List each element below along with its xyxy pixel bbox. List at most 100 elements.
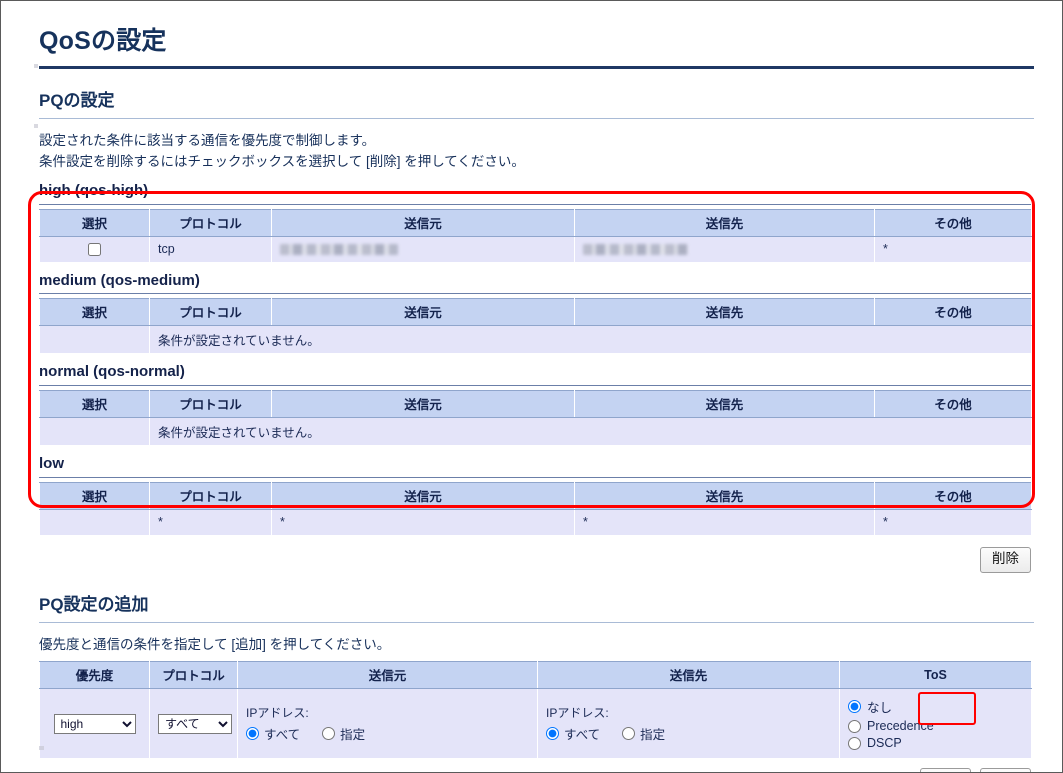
- add-section-heading: PQ設定の追加: [39, 594, 149, 614]
- destination-all-radio[interactable]: [546, 727, 559, 741]
- column-header-tos: ToS: [839, 661, 1032, 690]
- row-other-cell: *: [874, 235, 1032, 263]
- priority-table-low: 選択 プロトコル 送信元 送信先 その他 * * * *: [39, 481, 1032, 536]
- table-header-row: 選択 プロトコル 送信元 送信先 その他: [39, 390, 1032, 419]
- column-header-other: その他: [874, 481, 1032, 510]
- source-all-radio[interactable]: [246, 727, 259, 741]
- pq-description-line-1: 設定された条件に該当する通信を優先度で制御します。: [39, 133, 376, 149]
- row-protocol-cell: *: [149, 508, 272, 536]
- tos-none-radio[interactable]: [848, 700, 861, 714]
- delete-button[interactable]: 削除: [980, 546, 1031, 573]
- table-row: 条件が設定されていません。: [39, 417, 1032, 447]
- row-select-cell: [39, 508, 150, 536]
- column-header-protocol: プロトコル: [149, 661, 238, 690]
- tos-cell: なし Precedence DSCP: [839, 688, 1032, 760]
- page-title-rule: [39, 65, 1034, 69]
- table-row: tcp *: [39, 235, 1032, 263]
- row-select-cell: [39, 235, 150, 263]
- priority-group-rule: [39, 203, 1031, 205]
- page-artifact-speck: [34, 64, 38, 68]
- tos-radio-group: なし Precedence DSCP: [848, 697, 1023, 750]
- source-specify-radio[interactable]: [322, 727, 336, 741]
- protocol-select[interactable]: すべて: [158, 713, 232, 734]
- row-select-cell: [39, 325, 150, 355]
- row-source-cell: *: [271, 508, 575, 536]
- column-header-protocol: プロトコル: [149, 208, 272, 237]
- redacted-destination-value: [583, 244, 688, 256]
- column-header-other: その他: [874, 298, 1032, 327]
- destination-radio-group: すべて 指定: [546, 724, 831, 743]
- column-header-priority: 優先度: [39, 661, 150, 690]
- add-setting-form-table: 優先度 プロトコル 送信元 送信先 ToS high すべて IPアドレス: す…: [39, 661, 1032, 760]
- table-header-row: 選択 プロトコル 送信元 送信先 その他: [39, 481, 1032, 510]
- pq-section-rule: [39, 118, 1034, 120]
- priority-table-high: 選択 プロトコル 送信元 送信先 その他 tcp *: [39, 208, 1032, 263]
- column-header-source: 送信元: [271, 208, 575, 237]
- priority-cell: high: [39, 688, 150, 760]
- tos-option-dscp: DSCP: [848, 736, 1023, 750]
- column-header-destination: 送信先: [574, 481, 875, 510]
- page-title: QoSの設定: [39, 27, 167, 55]
- add-section-rule: [39, 622, 1034, 624]
- destination-cell: IPアドレス: すべて 指定: [537, 688, 840, 760]
- page-artifact-speck: [34, 124, 38, 128]
- table-row: * * * *: [39, 508, 1032, 536]
- row-select-checkbox[interactable]: [88, 243, 101, 257]
- source-ip-label: IPアドレス:: [246, 706, 309, 721]
- column-header-protocol: プロトコル: [149, 390, 272, 419]
- column-header-other: その他: [874, 208, 1032, 237]
- row-protocol-cell: tcp: [149, 235, 272, 263]
- priority-group-rule: [39, 385, 1031, 387]
- form-input-row: high すべて IPアドレス: すべて 指定 IPアドレス: すべて 指定 な…: [39, 688, 1032, 760]
- destination-specify-label: 指定: [640, 728, 666, 743]
- tos-precedence-radio[interactable]: [848, 719, 861, 733]
- priority-group-low: low 選択 プロトコル 送信元 送信先 その他 * * * *: [39, 455, 1032, 536]
- column-header-destination: 送信先: [574, 208, 875, 237]
- row-destination-cell: [574, 235, 875, 263]
- priority-group-rule: [39, 293, 1031, 295]
- empty-condition-message: 条件が設定されていません。: [149, 417, 1032, 447]
- priority-group-title: low: [39, 455, 64, 473]
- destination-ip-label: IPアドレス:: [546, 706, 609, 721]
- table-header-row: 選択 プロトコル 送信元 送信先 その他: [39, 298, 1032, 327]
- tos-dscp-radio[interactable]: [848, 736, 861, 750]
- priority-group-title: normal (qos-normal): [39, 363, 185, 381]
- qos-settings-page: QoSの設定 PQの設定 設定された条件に該当する通信を優先度で制御します。 条…: [0, 0, 1063, 773]
- tos-option-none: なし: [848, 697, 1023, 716]
- destination-specify-radio[interactable]: [622, 727, 636, 741]
- column-header-select: 選択: [39, 481, 150, 510]
- priority-group-rule: [39, 476, 1031, 478]
- pq-section-heading: PQの設定: [39, 90, 115, 110]
- pq-description-line-2: 条件設定を削除するにはチェックボックスを選択して [削除] を押してください。: [39, 154, 525, 170]
- priority-group-medium: medium (qos-medium) 選択 プロトコル 送信元 送信先 その他: [39, 272, 1032, 355]
- column-header-source: 送信元: [237, 661, 538, 690]
- form-action-buttons: 戻る 追加: [39, 768, 1031, 772]
- column-header-source: 送信元: [271, 481, 575, 510]
- add-button[interactable]: 追加: [980, 768, 1031, 772]
- back-button[interactable]: 戻る: [920, 768, 971, 772]
- form-header-row: 優先度 プロトコル 送信元 送信先 ToS: [39, 661, 1032, 690]
- source-all-label: すべて: [264, 728, 301, 743]
- page-artifact-speck: [39, 746, 44, 750]
- priority-group-high: high (qos-high) 選択 プロトコル 送信元 送信先 その他 tcp…: [39, 182, 1032, 263]
- priority-select[interactable]: high: [53, 713, 136, 734]
- column-header-destination: 送信先: [574, 390, 875, 419]
- priority-group-title: high (qos-high): [39, 181, 149, 199]
- column-header-protocol: プロトコル: [149, 298, 272, 327]
- priority-group-normal: normal (qos-normal) 選択 プロトコル 送信元 送信先 その他: [39, 363, 1032, 447]
- empty-condition-message: 条件が設定されていません。: [149, 325, 1032, 355]
- priority-table-normal: 選択 プロトコル 送信元 送信先 その他 条件が設定されていません。: [39, 390, 1032, 447]
- column-header-source: 送信元: [271, 298, 575, 327]
- column-header-protocol: プロトコル: [149, 481, 272, 510]
- column-header-other: その他: [874, 390, 1032, 419]
- row-destination-cell: *: [574, 508, 875, 536]
- column-header-select: 選択: [39, 390, 150, 419]
- add-description: 優先度と通信の条件を指定して [追加] を押してください。: [39, 635, 1032, 656]
- column-header-select: 選択: [39, 298, 150, 327]
- tos-none-label: なし: [867, 701, 893, 716]
- source-radio-group: すべて 指定: [246, 724, 529, 743]
- priority-table-medium: 選択 プロトコル 送信元 送信先 その他 条件が設定されていません。: [39, 298, 1032, 355]
- tos-option-precedence: Precedence: [848, 719, 1023, 733]
- table-header-row: 選択 プロトコル 送信元 送信先 その他: [39, 208, 1032, 237]
- row-select-cell: [39, 417, 150, 447]
